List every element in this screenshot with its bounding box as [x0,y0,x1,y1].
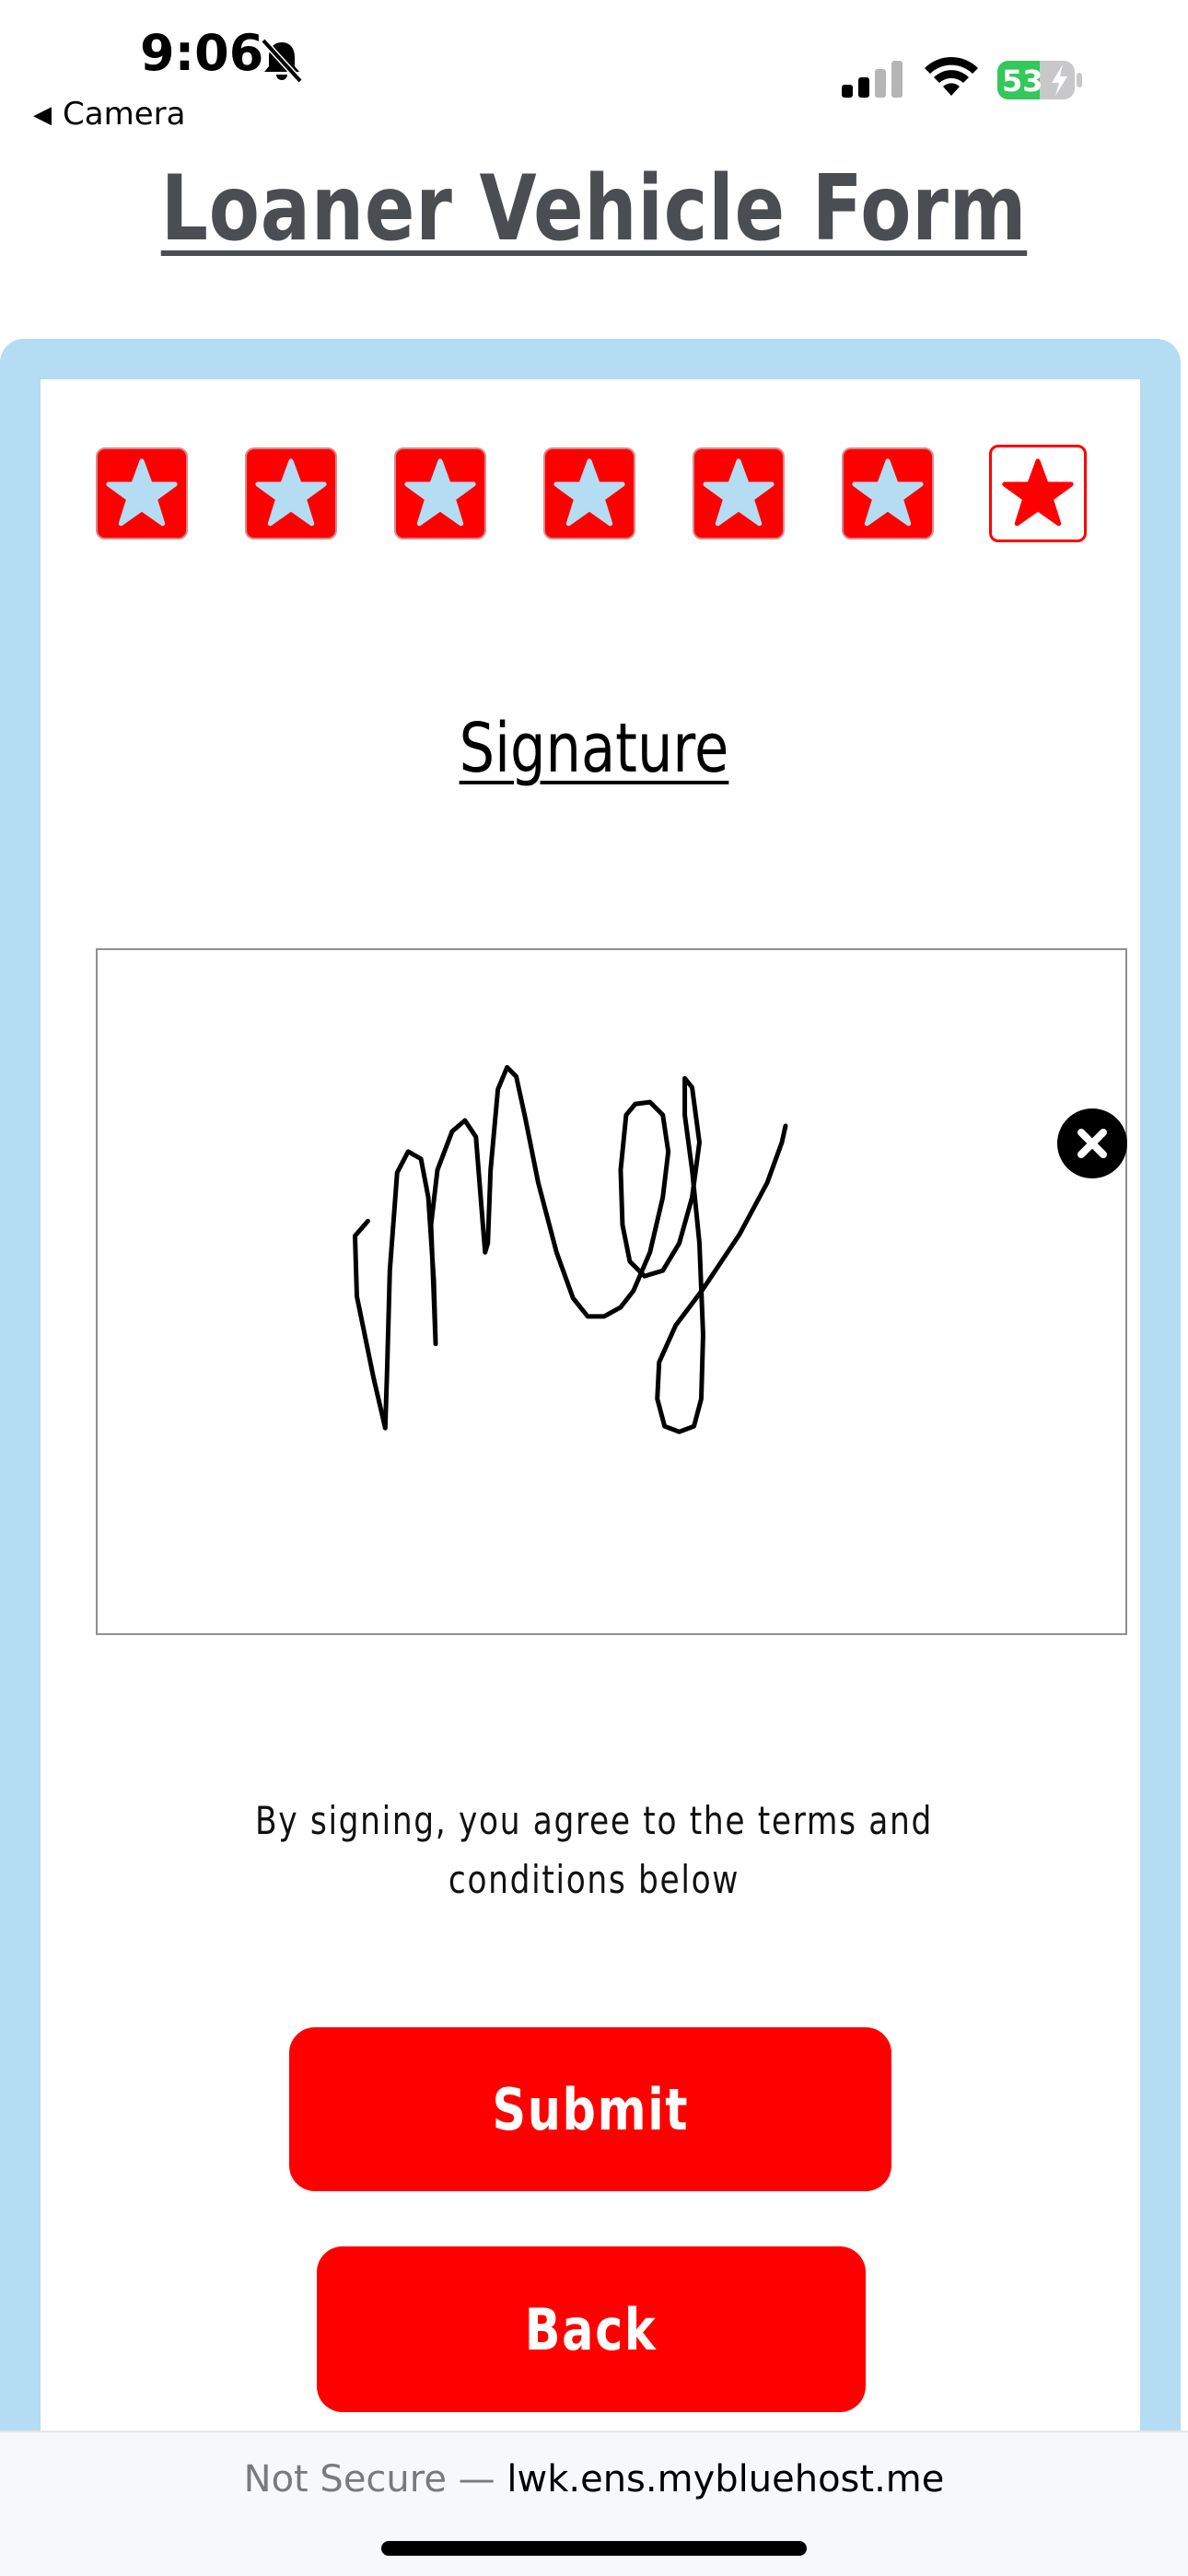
star-icon [553,458,625,527]
status-bar: 9:06 ◀ Camera 53 [0,0,1188,138]
back-triangle-icon: ◀ [33,101,52,129]
battery-percent: 53 [1002,64,1043,99]
page-title: Loaner Vehicle Form [160,157,1028,261]
battery-charging-icon: 53 [997,61,1082,99]
star-icon [852,458,924,527]
star-icon [255,458,327,527]
clear-signature-button[interactable] [1057,1108,1127,1178]
step-3-complete[interactable] [394,447,486,540]
star-icon [404,458,476,527]
home-indicator[interactable] [381,2541,807,2556]
star-icon [703,458,775,527]
signature-stroke [353,1064,788,1434]
step-7-current[interactable] [989,445,1087,542]
submit-button[interactable]: Submit [289,2027,891,2191]
terms-line-2: conditions below [448,1857,740,1902]
url-display[interactable]: Not Secure — lwk.ens.mybluehost.me [0,2458,1188,2501]
signature-pad[interactable] [96,948,1127,1635]
domain-label: lwk.ens.mybluehost.me [507,2458,945,2501]
star-icon [106,458,178,527]
signature-heading: Signature [459,709,729,788]
wifi-icon [925,56,978,96]
bell-slash-icon [261,38,303,84]
back-to-app-link[interactable]: ◀ Camera [33,96,185,133]
status-time: 9:06 [140,24,264,82]
star-icon [1002,458,1074,527]
terms-line-1: By signing, you agree to the terms and [254,1798,934,1843]
step-1-complete[interactable] [96,447,188,540]
signal-icon [842,61,903,98]
step-2-complete[interactable] [245,447,337,540]
browser-address-bar[interactable]: Not Secure — lwk.ens.mybluehost.me [0,2431,1188,2576]
submit-button-label: Submit [492,2075,689,2143]
terms-notice: By signing, you agree to the terms and c… [107,1792,1081,1909]
back-app-label: Camera [63,96,186,133]
back-button-label: Back [525,2295,658,2363]
security-label: Not Secure — [243,2458,495,2501]
step-4-complete[interactable] [543,447,635,540]
step-6-complete[interactable] [842,447,934,540]
back-button[interactable]: Back [317,2246,866,2412]
progress-steps [0,445,1188,545]
step-5-complete[interactable] [693,447,785,540]
close-icon [1077,1129,1107,1158]
